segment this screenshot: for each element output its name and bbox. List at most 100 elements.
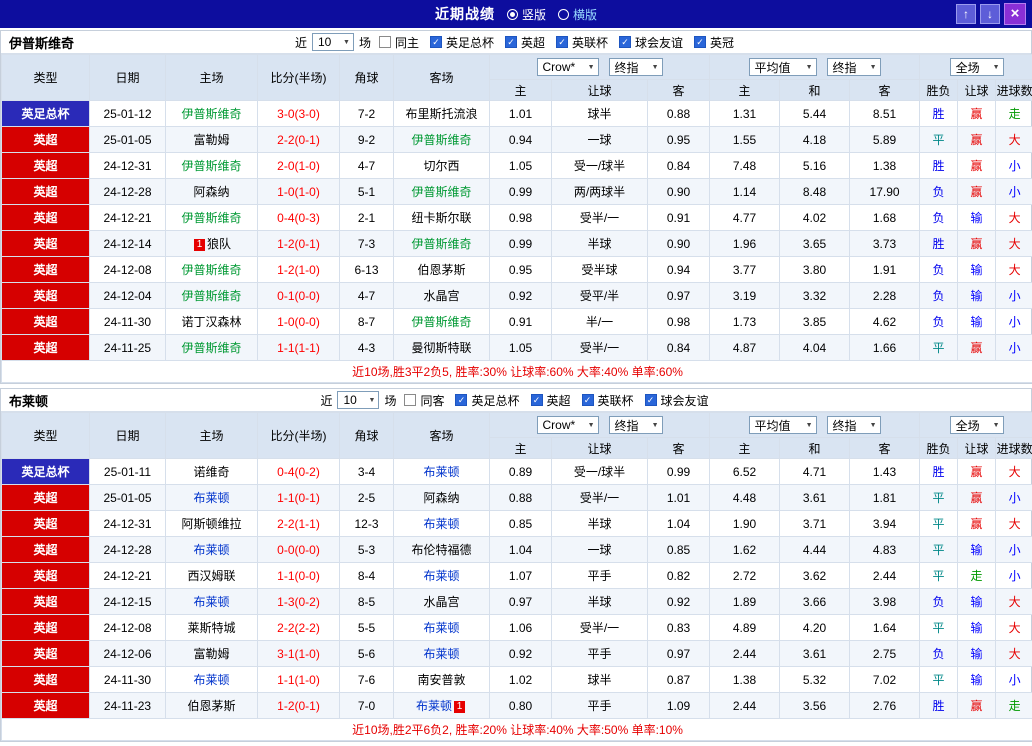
league-type-badge: 英超 [2,693,90,719]
dropdown-arrow-icon: ▼ [993,64,1000,71]
match-date: 24-12-06 [90,641,166,667]
corner-count: 5-6 [340,641,394,667]
layout-horizontal-radio[interactable]: 横版 [558,6,597,23]
odds-home: 1.01 [490,101,552,127]
home-team: 1狼队 [166,231,258,257]
scroll-up-button[interactable]: ↑ [956,4,976,24]
avg-draw: 4.20 [780,615,850,641]
avg-away: 5.89 [850,127,920,153]
avg-draw: 4.44 [780,537,850,563]
checked-checkbox-icon: ✓ [645,394,657,406]
match-date: 24-12-15 [90,589,166,615]
col-avg-away: 客 [850,80,920,101]
odds-away: 0.90 [648,231,710,257]
col-home: 主场 [166,413,258,459]
near-label: 近 [319,392,333,409]
league-filter-1-2-label: 英联杯 [597,392,635,409]
odds-home: 0.92 [490,641,552,667]
result-outcome: 平 [920,615,958,641]
odds-handicap: 受半/一 [552,205,648,231]
same-venue-filter-1[interactable]: 同客 [404,392,445,409]
match-date: 24-12-08 [90,615,166,641]
corner-count: 8-7 [340,309,394,335]
avg-dropdown-cell: 平均值▼ 终指▼ [710,413,920,438]
avg-home: 4.77 [710,205,780,231]
result-outcome: 平 [920,537,958,563]
average-select[interactable]: 平均值▼ [749,58,817,76]
result-outcome: 胜 [920,693,958,719]
avg-home: 2.44 [710,641,780,667]
away-team: 布莱顿1 [394,693,490,719]
away-team: 布莱顿 [394,563,490,589]
layout-vertical-radio[interactable]: 竖版 [507,6,546,23]
result-handicap: 输 [958,257,996,283]
league-filter-0-2[interactable]: ✓英联杯 [556,34,609,51]
avg-time-select[interactable]: 终指▼ [827,416,881,434]
league-type-badge: 英超 [2,205,90,231]
odds-time-select[interactable]: 终指▼ [609,58,663,76]
match-score: 1-2(0-1) [258,231,340,257]
odds-handicap: 球半 [552,101,648,127]
match-count-select[interactable]: 10▼ [312,33,354,51]
same-venue-filter-0-label: 同主 [394,34,420,51]
league-filter-1-2[interactable]: ✓英联杯 [582,392,635,409]
avg-away: 8.51 [850,101,920,127]
league-filter-0-4[interactable]: ✓英冠 [694,34,735,51]
league-filter-1-3[interactable]: ✓球会友谊 [645,392,710,409]
dropdown-arrow-icon: ▼ [652,422,659,429]
col-score: 比分(半场) [258,55,340,101]
result-handicap: 赢 [958,693,996,719]
league-filter-1-1[interactable]: ✓英超 [531,392,572,409]
away-team: 伯恩茅斯 [394,257,490,283]
odds-handicap: 受平/半 [552,283,648,309]
odds-away: 0.95 [648,127,710,153]
league-filter-1-3-label: 球会友谊 [660,392,710,409]
match-count-select[interactable]: 10▼ [337,391,379,409]
avg-time-select[interactable]: 终指▼ [827,58,881,76]
odds-handicap: 受半/一 [552,615,648,641]
col-away: 客场 [394,55,490,101]
odds-home: 0.91 [490,309,552,335]
scope-select[interactable]: 全场▼ [950,416,1004,434]
odds-home: 1.06 [490,615,552,641]
close-button[interactable]: × [1004,3,1026,25]
league-filter-0-1[interactable]: ✓英超 [505,34,546,51]
bookmaker-select[interactable]: Crow*▼ [537,416,599,434]
league-type-badge: 英足总杯 [2,101,90,127]
col-odds-away: 客 [648,80,710,101]
away-team: 曼彻斯特联 [394,335,490,361]
bookmaker-select[interactable]: Crow*▼ [537,58,599,76]
avg-home: 4.48 [710,485,780,511]
result-handicap: 赢 [958,153,996,179]
titlebar-center: 近期战绩 竖版 横版 [0,4,1032,24]
league-filter-0-0[interactable]: ✓英足总杯 [430,34,495,51]
match-date: 25-01-05 [90,127,166,153]
result-outcome: 胜 [920,153,958,179]
league-filter-1-0[interactable]: ✓英足总杯 [455,392,520,409]
scope-select-value: 全场 [956,59,980,76]
scope-select[interactable]: 全场 ▼ [950,58,1004,76]
league-type-badge: 英超 [2,179,90,205]
unchecked-checkbox-icon [404,394,416,406]
odds-away: 0.83 [648,615,710,641]
scroll-down-button[interactable]: ↓ [980,4,1000,24]
filter-controls: 近 10▼ 场 同主 ✓英足总杯✓英超✓英联杯✓球会友谊✓英冠 [294,33,738,51]
odds-handicap: 半/一 [552,309,648,335]
result-goals: 小 [996,667,1032,693]
league-filter-0-3[interactable]: ✓球会友谊 [619,34,684,51]
same-venue-filter-0[interactable]: 同主 [379,34,420,51]
league-filter-1-0-label: 英足总杯 [470,392,520,409]
home-team: 伊普斯维奇 [166,205,258,231]
horizontal-label: 横版 [573,6,597,23]
odds-time-select[interactable]: 终指▼ [609,416,663,434]
avg-draw: 5.44 [780,101,850,127]
match-score: 1-3(0-2) [258,589,340,615]
result-handicap: 赢 [958,511,996,537]
away-team: 布莱顿 [394,615,490,641]
summary-row: 近10场,胜2平6负2, 胜率:20% 让球率:40% 大率:50% 单率:10… [2,719,1032,741]
dropdown-arrow-icon: ▼ [870,64,877,71]
result-goals: 小 [996,179,1032,205]
average-select[interactable]: 平均值▼ [749,416,817,434]
avg-home: 1.90 [710,511,780,537]
radio-selected-icon [507,9,518,20]
